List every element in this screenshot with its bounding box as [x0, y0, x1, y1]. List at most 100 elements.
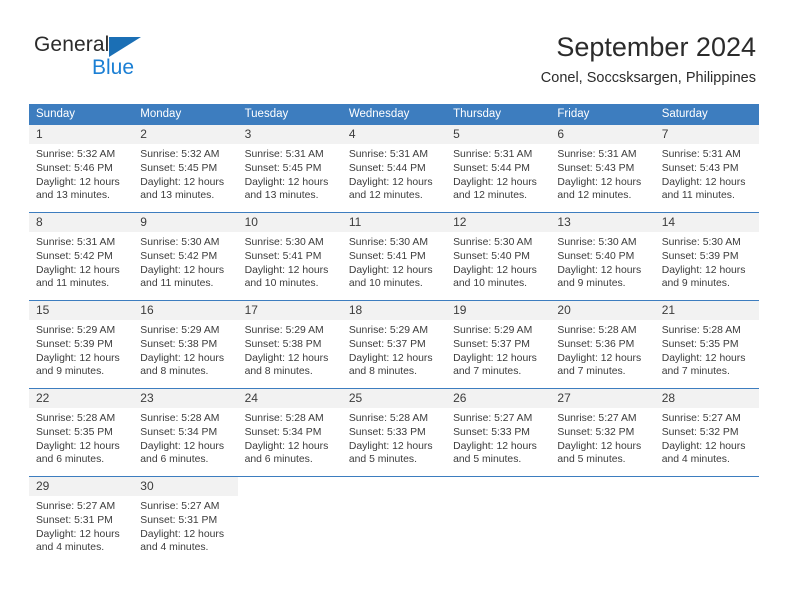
daylight-text-line2: and 8 minutes.	[348, 366, 418, 378]
day-cell[interactable]: 21 Sunrise: 5:28 AM Sunset: 5:35 PM Dayl…	[654, 301, 759, 388]
daylight-text-line2: and 10 minutes.	[453, 278, 528, 290]
general-blue-logo[interactable]: General Blue	[34, 33, 214, 85]
day-cell[interactable]: 1 Sunrise: 5:32 AM Sunset: 5:46 PM Dayli…	[29, 125, 134, 212]
day-cell[interactable]: 26 Sunrise: 5:27 AM Sunset: 5:33 PM Dayl…	[446, 389, 551, 476]
day-number: 10	[244, 215, 258, 229]
day-details: Sunrise: 5:28 AM Sunset: 5:34 PM Dayligh…	[133, 408, 237, 467]
sunset-text: Sunset: 5:38 PM	[140, 338, 218, 350]
day-number: 3	[244, 127, 252, 141]
daylight-text-line1: Daylight: 12 hours	[348, 440, 433, 452]
daylight-text-line1: Daylight: 12 hours	[557, 440, 642, 452]
day-details: Sunrise: 5:30 AM Sunset: 5:39 PM Dayligh…	[655, 232, 759, 291]
day-cell[interactable]: 22 Sunrise: 5:28 AM Sunset: 5:35 PM Dayl…	[29, 389, 134, 476]
day-number: 4	[348, 127, 356, 141]
day-number-bar: 19	[446, 301, 551, 320]
day-details: Sunrise: 5:31 AM Sunset: 5:42 PM Dayligh…	[29, 232, 133, 291]
logo-text-general: General	[34, 33, 110, 56]
daylight-text-line1: Daylight: 12 hours	[661, 440, 746, 452]
day-cell[interactable]: 16 Sunrise: 5:29 AM Sunset: 5:38 PM Dayl…	[133, 301, 238, 388]
sunset-text: Sunset: 5:42 PM	[36, 250, 113, 262]
daylight-text-line1: Daylight: 12 hours	[140, 440, 225, 452]
day-number: 16	[140, 303, 154, 317]
day-cell[interactable]: 6 Sunrise: 5:31 AM Sunset: 5:43 PM Dayli…	[550, 125, 655, 212]
sunset-text: Sunset: 5:34 PM	[140, 426, 218, 438]
day-details: Sunrise: 5:31 AM Sunset: 5:43 PM Dayligh…	[655, 144, 759, 203]
day-cell[interactable]: 15 Sunrise: 5:29 AM Sunset: 5:39 PM Dayl…	[29, 301, 134, 388]
day-cell-empty	[550, 477, 655, 564]
day-cell[interactable]: 23 Sunrise: 5:28 AM Sunset: 5:34 PM Dayl…	[133, 389, 238, 476]
daylight-text-line2: and 4 minutes.	[36, 542, 105, 554]
day-cell[interactable]: 17 Sunrise: 5:29 AM Sunset: 5:38 PM Dayl…	[237, 301, 342, 388]
day-cell[interactable]: 7 Sunrise: 5:31 AM Sunset: 5:43 PM Dayli…	[654, 125, 759, 212]
sunrise-text: Sunrise: 5:30 AM	[453, 237, 533, 248]
day-number-bar: 28	[654, 389, 759, 408]
day-number-bar: 29	[29, 477, 134, 496]
sunset-text: Sunset: 5:46 PM	[36, 162, 113, 174]
daylight-text-line2: and 10 minutes.	[348, 278, 423, 290]
daylight-text-line2: and 6 minutes.	[244, 454, 313, 466]
day-number-bar	[341, 477, 447, 496]
day-cell[interactable]: 13 Sunrise: 5:30 AM Sunset: 5:40 PM Dayl…	[550, 213, 655, 300]
sunset-text: Sunset: 5:38 PM	[244, 338, 322, 350]
day-cell[interactable]: 24 Sunrise: 5:28 AM Sunset: 5:34 PM Dayl…	[237, 389, 342, 476]
day-details: Sunrise: 5:28 AM Sunset: 5:33 PM Dayligh…	[342, 408, 446, 467]
day-cell[interactable]: 2 Sunrise: 5:32 AM Sunset: 5:45 PM Dayli…	[133, 125, 238, 212]
day-cell[interactable]: 10 Sunrise: 5:30 AM Sunset: 5:41 PM Dayl…	[237, 213, 342, 300]
day-cell[interactable]: 8 Sunrise: 5:31 AM Sunset: 5:42 PM Dayli…	[29, 213, 134, 300]
day-number: 18	[348, 303, 363, 317]
sunrise-text: Sunrise: 5:27 AM	[140, 501, 220, 512]
weekday-header-saturday: Saturday	[661, 108, 708, 120]
day-number: 28	[661, 391, 676, 405]
sunset-text: Sunset: 5:45 PM	[244, 162, 322, 174]
day-cell[interactable]: 3 Sunrise: 5:31 AM Sunset: 5:45 PM Dayli…	[237, 125, 342, 212]
day-cell[interactable]: 25 Sunrise: 5:28 AM Sunset: 5:33 PM Dayl…	[341, 389, 447, 476]
sunset-text: Sunset: 5:35 PM	[36, 426, 113, 438]
sunset-text: Sunset: 5:31 PM	[140, 514, 218, 526]
sunrise-text: Sunrise: 5:31 AM	[36, 237, 116, 248]
daylight-text-line2: and 7 minutes.	[453, 366, 522, 378]
daylight-text-line1: Daylight: 12 hours	[348, 352, 433, 364]
day-number-bar: 1	[29, 125, 134, 144]
calendar-page: General Blue September 2024 Conel, Soccs…	[0, 0, 792, 612]
daylight-text-line2: and 5 minutes.	[348, 454, 418, 466]
weekday-header-wednesday: Wednesday	[348, 108, 410, 120]
sunrise-text: Sunrise: 5:30 AM	[348, 237, 428, 248]
day-cell[interactable]: 27 Sunrise: 5:27 AM Sunset: 5:32 PM Dayl…	[550, 389, 655, 476]
day-cell[interactable]: 19 Sunrise: 5:29 AM Sunset: 5:37 PM Dayl…	[446, 301, 551, 388]
day-number-bar: 12	[446, 213, 551, 232]
day-number-bar	[446, 477, 551, 496]
daylight-text-line2: and 4 minutes.	[661, 454, 730, 466]
day-cell[interactable]: 14 Sunrise: 5:30 AM Sunset: 5:39 PM Dayl…	[654, 213, 759, 300]
day-number: 6	[557, 127, 565, 141]
weekday-header-row: Sunday Monday Tuesday Wednesday Thursday…	[29, 104, 759, 124]
day-cell[interactable]: 28 Sunrise: 5:27 AM Sunset: 5:32 PM Dayl…	[654, 389, 759, 476]
day-cell[interactable]: 12 Sunrise: 5:30 AM Sunset: 5:40 PM Dayl…	[446, 213, 551, 300]
day-cell[interactable]: 11 Sunrise: 5:30 AM Sunset: 5:41 PM Dayl…	[341, 213, 447, 300]
day-cell-empty	[654, 477, 759, 564]
day-cell[interactable]: 9 Sunrise: 5:30 AM Sunset: 5:42 PM Dayli…	[133, 213, 238, 300]
daylight-text-line2: and 13 minutes.	[244, 190, 319, 202]
day-number-bar: 9	[133, 213, 238, 232]
day-details: Sunrise: 5:27 AM Sunset: 5:32 PM Dayligh…	[550, 408, 654, 467]
day-cell[interactable]: 29 Sunrise: 5:27 AM Sunset: 5:31 PM Dayl…	[29, 477, 134, 564]
day-cell[interactable]: 20 Sunrise: 5:28 AM Sunset: 5:36 PM Dayl…	[550, 301, 655, 388]
day-cell[interactable]: 5 Sunrise: 5:31 AM Sunset: 5:44 PM Dayli…	[446, 125, 551, 212]
sunrise-text: Sunrise: 5:28 AM	[557, 325, 637, 336]
sunset-text: Sunset: 5:41 PM	[348, 250, 426, 262]
sunset-text: Sunset: 5:37 PM	[453, 338, 530, 350]
sunset-text: Sunset: 5:32 PM	[661, 426, 739, 438]
day-cell-empty	[446, 477, 551, 564]
sunrise-text: Sunrise: 5:27 AM	[453, 413, 533, 424]
daylight-text-line1: Daylight: 12 hours	[661, 352, 746, 364]
day-number: 27	[557, 391, 571, 405]
day-number: 15	[36, 303, 50, 317]
daylight-text-line1: Daylight: 12 hours	[36, 176, 120, 188]
day-number-bar: 16	[133, 301, 238, 320]
day-details: Sunrise: 5:30 AM Sunset: 5:40 PM Dayligh…	[550, 232, 654, 291]
day-number: 1	[36, 127, 43, 141]
daylight-text-line1: Daylight: 12 hours	[244, 440, 329, 452]
day-cell[interactable]: 4 Sunrise: 5:31 AM Sunset: 5:44 PM Dayli…	[341, 125, 447, 212]
day-cell[interactable]: 18 Sunrise: 5:29 AM Sunset: 5:37 PM Dayl…	[341, 301, 447, 388]
day-cell[interactable]: 30 Sunrise: 5:27 AM Sunset: 5:31 PM Dayl…	[133, 477, 238, 564]
day-number-bar: 10	[237, 213, 342, 232]
